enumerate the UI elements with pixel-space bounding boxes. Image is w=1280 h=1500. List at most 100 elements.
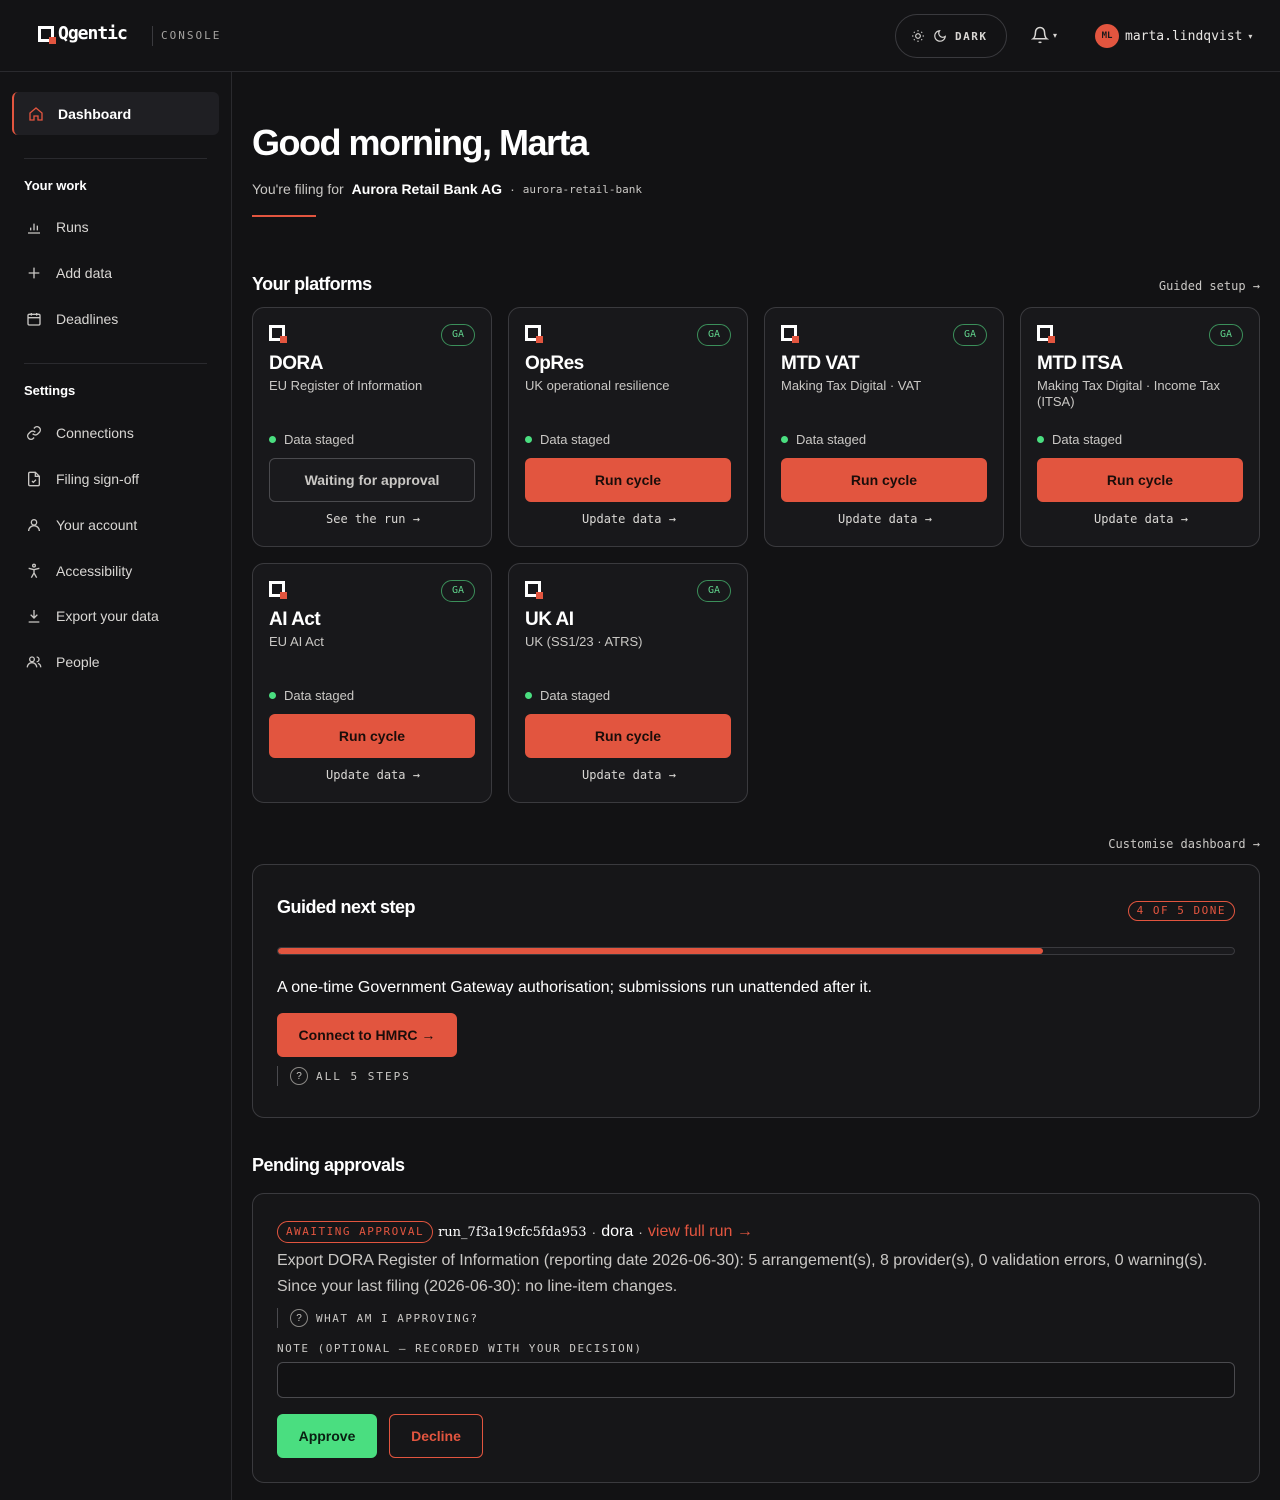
update-data-link[interactable]: Update data → (765, 512, 1005, 526)
awaiting-approval-badge: AWAITING APPROVAL (277, 1221, 434, 1243)
theme-label: DARK (955, 29, 988, 43)
platform-subtitle: EU AI Act (269, 634, 324, 649)
update-data-link[interactable]: Update data → (1021, 512, 1261, 526)
status-badge: GA (440, 324, 475, 346)
platform-card-mtd-vat: GA MTD VAT Making Tax Digital · VAT Data… (764, 307, 1004, 547)
sidebar-item-runs[interactable]: Runs (26, 219, 89, 235)
sidebar-item-export-data[interactable]: Export your data (26, 608, 159, 624)
sidebar-divider (24, 363, 207, 364)
brand-logo[interactable]: Qgentic (38, 23, 128, 44)
platform-subtitle: UK (SS1/23 · ATRS) (525, 634, 643, 649)
data-status: Data staged (525, 432, 610, 447)
bar-chart-icon (28, 223, 40, 234)
data-status: Data staged (525, 688, 610, 703)
status-badge: GA (696, 580, 731, 602)
status-dot-icon (525, 436, 532, 443)
platform-subtitle: Making Tax Digital · Income Tax (ITSA) (1037, 378, 1221, 409)
status-dot-icon (269, 692, 276, 699)
sidebar-item-your-account[interactable]: Your account (26, 517, 137, 533)
platform-card-ai-act: GA AI Act EU AI Act Data staged Run cycl… (252, 563, 492, 803)
run-cycle-button[interactable]: Run cycle (781, 458, 987, 502)
sidebar-item-filing-sign-off[interactable]: Filing sign-off (26, 471, 139, 487)
guided-setup-link[interactable]: Guided setup → (1159, 279, 1260, 293)
sidebar-heading-settings: Settings (24, 383, 76, 398)
sidebar-item-deadlines[interactable]: Deadlines (26, 311, 118, 327)
sidebar-item-label: Your account (56, 517, 138, 533)
platform-name: MTD ITSA (1037, 353, 1123, 374)
platform-name: MTD VAT (781, 353, 860, 374)
organisation-slug: aurora-retail-bank (522, 182, 642, 196)
notifications-button[interactable]: ▾ (1031, 26, 1057, 44)
all-steps-label: ALL 5 STEPS (316, 1069, 411, 1083)
sidebar-item-label: Runs (56, 219, 89, 235)
status-badge: GA (440, 580, 475, 602)
status-text: Data staged (284, 432, 355, 447)
steps-progress-badge: 4 OF 5 DONE (1127, 901, 1235, 921)
all-steps-toggle[interactable]: ? ALL 5 STEPS (277, 1066, 411, 1086)
sidebar-item-accessibility[interactable]: Accessibility (26, 563, 132, 579)
run-cycle-button[interactable]: Run cycle (269, 714, 475, 758)
what-am-i-approving-toggle[interactable]: ? WHAT AM I APPROVING? (277, 1308, 478, 1328)
status-dot-icon (525, 692, 532, 699)
chevron-down-icon: ▾ (1248, 31, 1253, 41)
logo-mark-icon (38, 25, 56, 44)
status-badge: GA (952, 324, 987, 346)
status-text: Data staged (540, 688, 611, 703)
platform-name: AI Act (269, 609, 321, 630)
sidebar-item-dashboard[interactable]: Dashboard (12, 92, 219, 135)
brand-name: Qgentic (58, 23, 128, 44)
organisation-name: Aurora Retail Bank AG (351, 181, 503, 197)
sidebar-item-label: Accessibility (56, 563, 133, 579)
run-id: run_7f3a19cfc5fda953 (438, 1224, 587, 1240)
platform-tag: dora (601, 1223, 634, 1240)
bell-icon (1031, 26, 1049, 44)
connect-hmrc-button[interactable]: Connect to HMRC → (277, 1013, 457, 1057)
waiting-for-approval-button[interactable]: Waiting for approval (269, 458, 475, 502)
run-cycle-button[interactable]: Run cycle (525, 714, 731, 758)
run-cycle-button[interactable]: Run cycle (1037, 458, 1243, 502)
data-status: Data staged (269, 688, 354, 703)
console-label: CONSOLE (152, 26, 221, 46)
platform-logo-icon (1037, 325, 1055, 343)
approve-button[interactable]: Approve (277, 1414, 377, 1458)
calendar-icon (27, 313, 41, 326)
user-menu[interactable]: ML marta.lindqvist ▾ (1095, 24, 1252, 48)
platform-logo-icon (525, 325, 543, 343)
platform-logo-icon (269, 325, 287, 343)
avatar: ML (1095, 24, 1119, 48)
note-field[interactable] (277, 1362, 1235, 1398)
status-text: Data staged (284, 688, 355, 703)
people-icon (26, 656, 42, 668)
link-icon (27, 426, 41, 440)
guided-heading: Guided next step (277, 897, 416, 917)
platform-subtitle: Making Tax Digital · VAT (781, 378, 922, 393)
sidebar-item-label: Connections (56, 425, 134, 441)
download-icon (28, 610, 40, 623)
platform-logo-icon (781, 325, 799, 343)
customise-dashboard-link[interactable]: Customise dashboard → (1108, 837, 1260, 851)
page-title: Good morning, Marta (252, 122, 589, 163)
run-cycle-button[interactable]: Run cycle (525, 458, 731, 502)
platform-card-mtd-itsa: GA MTD ITSA Making Tax Digital · Income … (1020, 307, 1260, 547)
sidebar-item-people[interactable]: People (26, 654, 100, 670)
sidebar-item-connections[interactable]: Connections (26, 425, 134, 441)
sidebar-item-add-data[interactable]: Add data (26, 265, 112, 281)
update-data-link[interactable]: Update data → (509, 512, 749, 526)
guided-description: A one-time Government Gateway authorisat… (277, 979, 872, 996)
help-icon: ? (290, 1067, 308, 1085)
user-icon (28, 519, 40, 532)
view-full-run-link[interactable]: view full run → (648, 1223, 753, 1241)
theme-toggle[interactable]: DARK (895, 14, 1007, 58)
help-icon: ? (290, 1309, 308, 1327)
status-badge: GA (696, 324, 731, 346)
what-am-i-approving-label: WHAT AM I APPROVING? (316, 1311, 479, 1325)
status-dot-icon (269, 436, 276, 443)
status-text: Data staged (540, 432, 611, 447)
update-data-link[interactable]: Update data → (253, 768, 493, 782)
decline-button[interactable]: Decline (389, 1414, 483, 1458)
see-run-link[interactable]: See the run → (253, 512, 493, 526)
sun-icon (912, 30, 924, 42)
status-text: Data staged (1052, 432, 1123, 447)
status-badge: GA (1208, 324, 1243, 346)
update-data-link[interactable]: Update data → (509, 768, 749, 782)
